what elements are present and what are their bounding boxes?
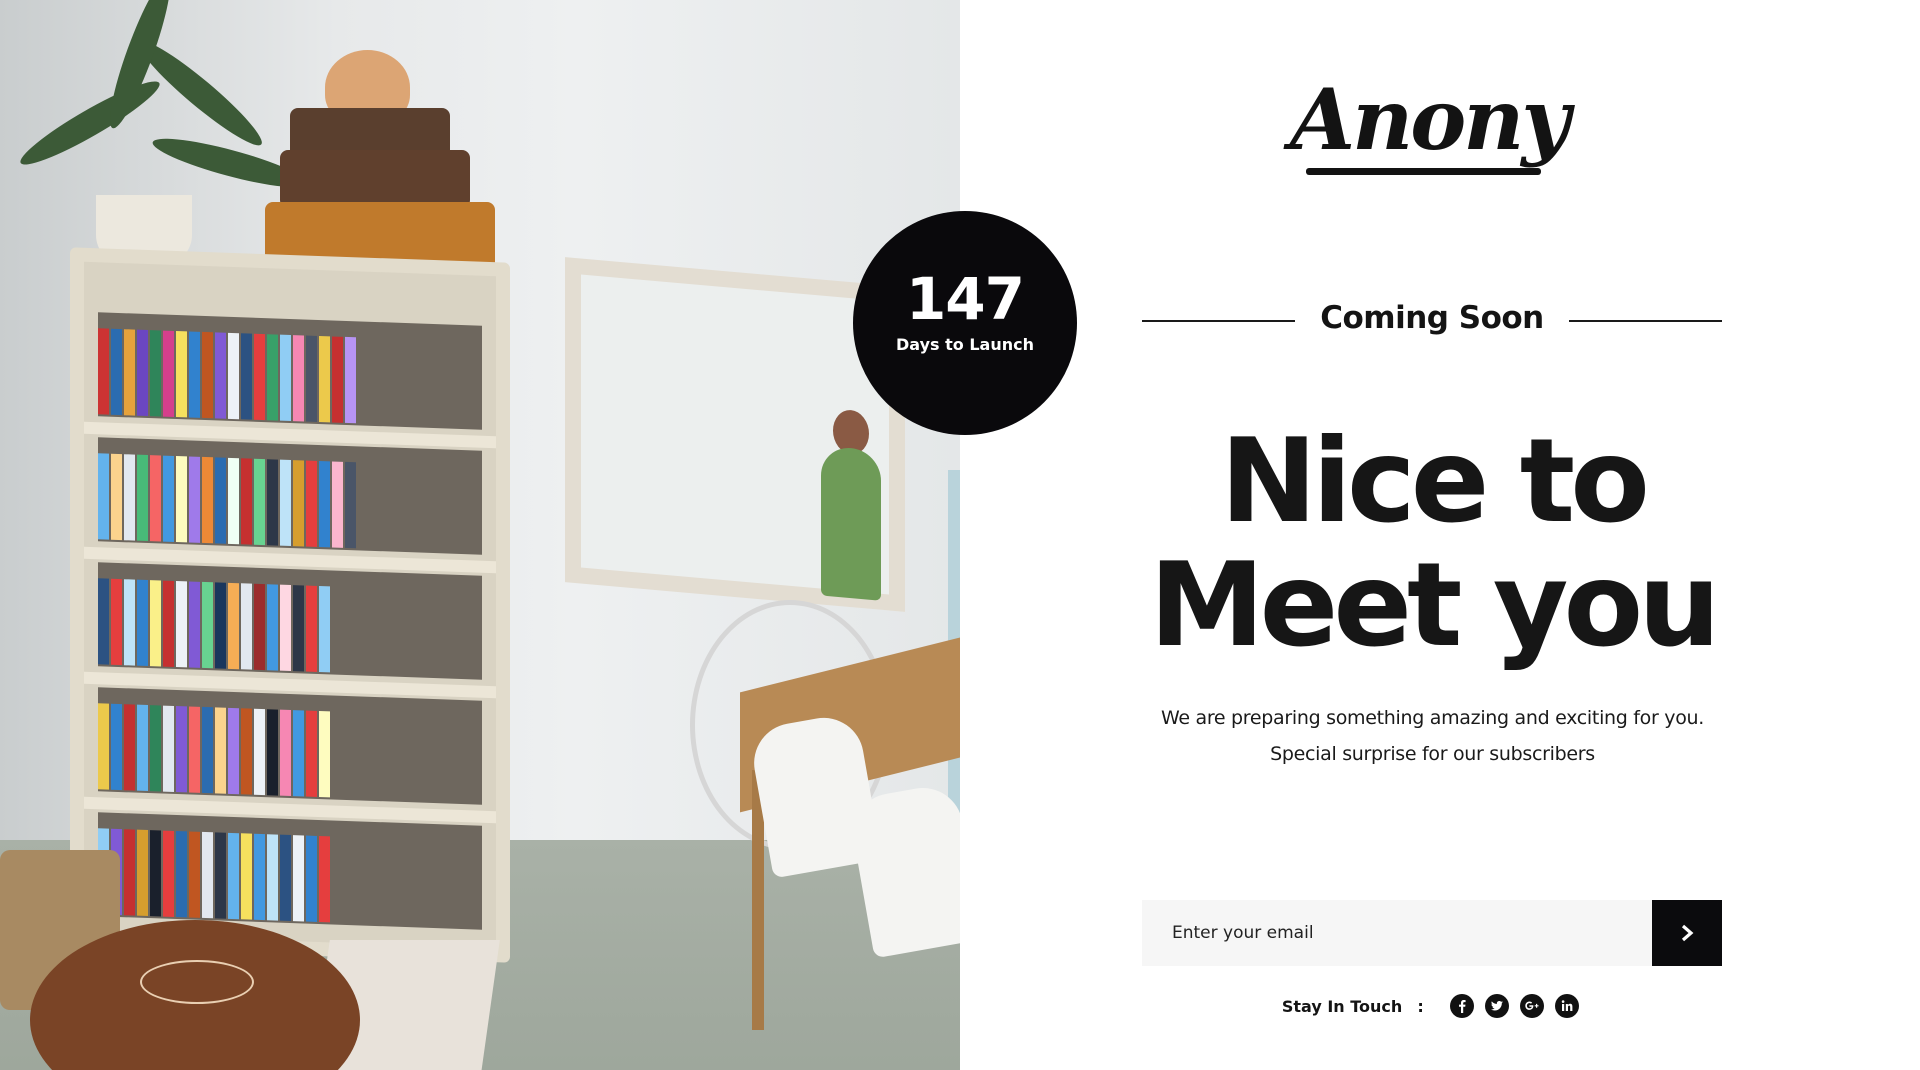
book-row — [98, 562, 482, 680]
linkedin-icon[interactable] — [1555, 994, 1580, 1018]
person-figure — [821, 445, 881, 601]
social-links: Stay In Touch : — [1142, 994, 1722, 1028]
book-row — [98, 312, 482, 430]
plant-leaf — [14, 71, 166, 175]
bookcase — [70, 247, 510, 963]
book-row — [98, 812, 482, 930]
subtext-line-2: Special surprise for our subscribers — [1270, 743, 1595, 765]
subscribe-submit-button[interactable] — [1652, 900, 1722, 966]
book-row — [98, 687, 482, 805]
coming-soon-text: Coming Soon — [1320, 300, 1544, 336]
headline-line-2: Meet you — [1149, 538, 1721, 673]
hero-photo — [0, 0, 960, 1070]
label-separator: : — [1417, 996, 1424, 1016]
stay-in-touch-label: Stay In Touch — [1281, 996, 1403, 1016]
subtext-line-1: We are preparing something amazing and e… — [1160, 707, 1705, 729]
page-title: Nice to Meet you — [1120, 420, 1745, 668]
subscribe-form — [1142, 900, 1722, 966]
countdown-badge: 147 Days to Launch — [853, 211, 1077, 435]
coming-soon-heading: Coming Soon — [1142, 298, 1722, 338]
logo-underline — [1306, 168, 1541, 175]
headline-line-1: Nice to — [1220, 414, 1650, 549]
facebook-icon[interactable] — [1449, 994, 1474, 1018]
countdown-value: 147 — [905, 265, 1025, 333]
suitcase — [280, 150, 470, 208]
google-plus-icon[interactable] — [1520, 994, 1545, 1018]
countdown-label: Days to Launch — [896, 335, 1034, 354]
twitter-icon[interactable] — [1484, 994, 1509, 1018]
hero-subtext: We are preparing something amazing and e… — [1120, 700, 1745, 772]
email-input[interactable] — [1142, 900, 1652, 966]
divider-right — [1569, 320, 1722, 322]
book-row — [98, 437, 482, 555]
chevron-right-icon — [1681, 924, 1694, 942]
